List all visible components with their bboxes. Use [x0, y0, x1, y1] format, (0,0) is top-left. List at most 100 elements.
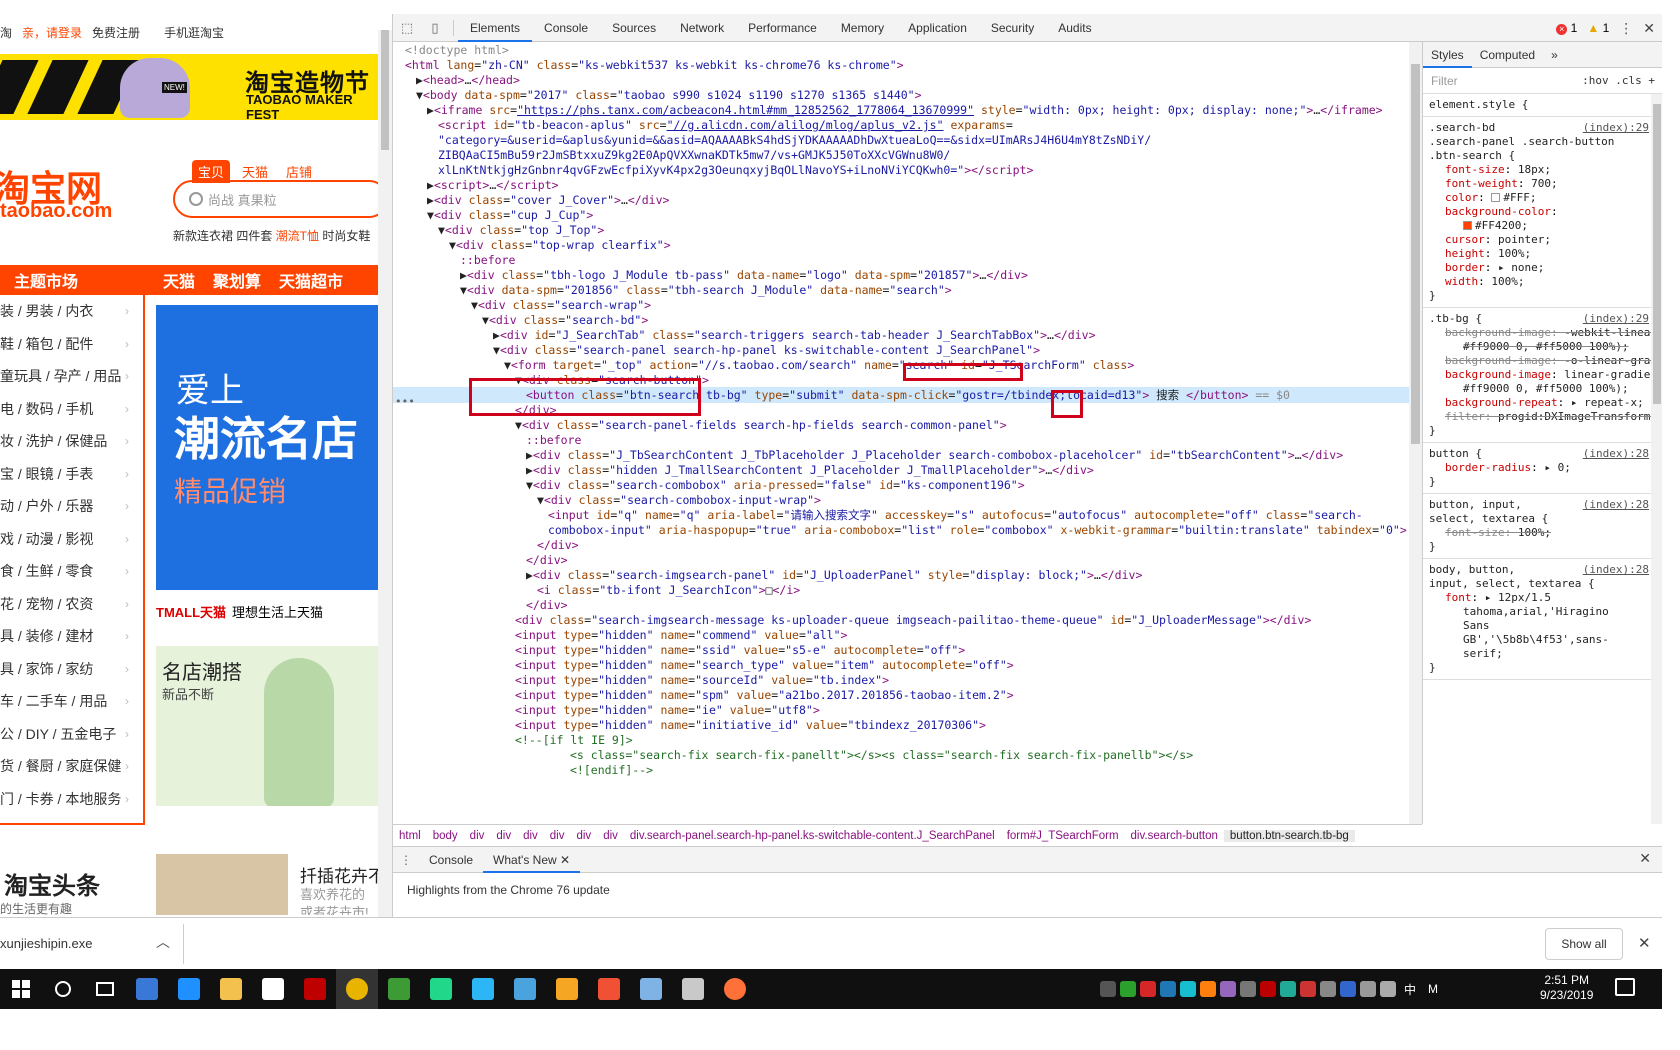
css-rule[interactable]: button, input, select, textarea {(index)…: [1423, 494, 1663, 559]
css-property[interactable]: border-radius: ▸ 0;: [1429, 461, 1657, 475]
css-property[interactable]: tahoma,arial,'Hiragino: [1429, 605, 1657, 619]
dom-node-line[interactable]: xlLnKtNtkjgHzGnbnr4qvGFzwEcfpiXyvK4px2g3…: [393, 162, 1422, 178]
people-icon[interactable]: [1100, 981, 1116, 997]
category-item[interactable]: 装 / 男装 / 内衣 ›: [0, 295, 143, 328]
dom-node-line[interactable]: ▶<div class="hidden J_TmallSearchContent…: [393, 462, 1422, 478]
login-link[interactable]: 亲，请登录: [22, 24, 82, 41]
css-property[interactable]: background-image: -o-linear-gradient(lef…: [1429, 354, 1663, 368]
breadcrumb-item[interactable]: div.search-button: [1125, 830, 1224, 842]
nav-tmall[interactable]: 天猫: [163, 268, 195, 292]
dom-node-line[interactable]: ▶<iframe src="https://phs.tanx.com/acbea…: [393, 102, 1422, 118]
css-rule[interactable]: .tb-bg {(index):29 background-image: -web…: [1423, 308, 1663, 443]
dom-node-line[interactable]: ▶<div class="search-imgsearch-panel" id=…: [393, 567, 1422, 583]
category-item[interactable]: 妆 / 洗护 / 保健品 ›: [0, 425, 143, 458]
article-thumbnail[interactable]: [156, 854, 288, 915]
css-property[interactable]: width: 100%;: [1429, 275, 1657, 289]
maker-fest-banner[interactable]: NEW! 淘宝造物节 TAOBAO MAKER FEST: [0, 54, 378, 120]
css-selector[interactable]: element.style {: [1429, 98, 1657, 112]
dom-node-line[interactable]: <s class="search-fix search-fix-panellt"…: [393, 747, 1422, 763]
scrollbar-thumb[interactable]: [381, 30, 389, 150]
css-property[interactable]: font-weight: 700;: [1429, 177, 1657, 191]
dom-node-line[interactable]: ▼<div class="top J_Top">: [393, 222, 1422, 238]
tray-app-icon[interactable]: [1160, 981, 1176, 997]
tab-audits[interactable]: Audits: [1046, 14, 1103, 42]
css-source-link[interactable]: (index):29: [1583, 312, 1649, 325]
breadcrumb-item[interactable]: html: [393, 830, 427, 842]
home-link[interactable]: 淘: [0, 24, 12, 41]
elements-scrollbar[interactable]: [1409, 42, 1422, 824]
tray-app-icon[interactable]: [1300, 981, 1316, 997]
input-language[interactable]: 中: [1404, 981, 1416, 998]
app-icon[interactable]: [504, 969, 546, 1009]
nav-tmall-supermarket[interactable]: 天猫超市: [279, 268, 343, 292]
category-item[interactable]: 童玩具 / 孕产 / 用品 ›: [0, 360, 143, 393]
category-item[interactable]: 具 / 装修 / 建材 ›: [0, 620, 143, 653]
dom-node-line[interactable]: </div>: [393, 537, 1422, 553]
breadcrumb-item[interactable]: form#J_TSearchForm: [1001, 830, 1125, 842]
tab-performance[interactable]: Performance: [736, 14, 829, 42]
breadcrumb-item[interactable]: div.search-panel.search-hp-panel.ks-swit…: [624, 830, 1001, 842]
dom-node-line[interactable]: ▼<div class="top-wrap clearfix">: [393, 237, 1422, 253]
tab-security[interactable]: Security: [979, 14, 1046, 42]
warning-count[interactable]: ▲ 1: [1587, 21, 1609, 35]
tray-app-icon[interactable]: [1320, 981, 1336, 997]
tab-console[interactable]: Console: [532, 14, 600, 42]
category-item[interactable]: 电 / 数码 / 手机 ›: [0, 393, 143, 426]
dom-node-line[interactable]: combobox-input" aria-haspopup="true" ari…: [393, 522, 1422, 538]
tab-styles[interactable]: Styles: [1423, 42, 1472, 68]
category-item[interactable]: 宝 / 眼镜 / 手表 ›: [0, 458, 143, 491]
css-source-link[interactable]: (index):28: [1583, 447, 1649, 460]
tab-network[interactable]: Network: [668, 14, 736, 42]
tab-computed[interactable]: Computed: [1472, 42, 1543, 68]
dom-node-line[interactable]: ▼<div class="search-panel search-hp-pane…: [393, 342, 1422, 358]
css-property[interactable]: background-color:: [1429, 205, 1657, 219]
category-item[interactable]: 戏 / 动漫 / 影视 ›: [0, 523, 143, 556]
dom-node-line[interactable]: </div>: [393, 597, 1422, 613]
css-rule[interactable]: button {(index):28 border-radius: ▸ 0;}: [1423, 443, 1663, 494]
edge-icon[interactable]: [168, 969, 210, 1009]
close-downloads-icon[interactable]: ✕: [1638, 934, 1651, 952]
hot-word[interactable]: 时尚女鞋: [319, 229, 370, 243]
nav-theme-market[interactable]: 主题市场: [0, 268, 145, 292]
dom-node-line[interactable]: <input type="hidden" name="initiative_id…: [393, 717, 1422, 733]
scrollbar-thumb[interactable]: [1653, 104, 1661, 404]
css-rule[interactable]: body, button, input, select, textarea {(…: [1423, 559, 1663, 680]
dom-node-line[interactable]: <![endif]-->: [393, 762, 1422, 778]
page-scrollbar[interactable]: [378, 30, 392, 917]
dom-node-line[interactable]: <input type="hidden" name="search_type" …: [393, 657, 1422, 673]
drawer-tab-whats-new[interactable]: What's New ✕: [483, 847, 581, 873]
dom-node-line[interactable]: ▼<div class="search-wrap">: [393, 297, 1422, 313]
css-property[interactable]: font-size: 100%;: [1429, 526, 1657, 540]
tab-application[interactable]: Application: [896, 14, 979, 42]
notification-icon[interactable]: [1615, 978, 1635, 996]
dom-node-line[interactable]: <script id="tb-beacon-aplus" src="//g.al…: [393, 117, 1422, 133]
chevron-up-icon[interactable]: ︿: [156, 932, 170, 952]
category-item[interactable]: 具 / 家饰 / 家纺 ›: [0, 653, 143, 686]
css-property[interactable]: #FF4200;: [1429, 219, 1657, 233]
dom-node-line[interactable]: ▶<script>…</script>: [393, 177, 1422, 193]
tray-app-icon[interactable]: [1140, 981, 1156, 997]
network-icon[interactable]: [1360, 981, 1376, 997]
network-app-icon[interactable]: [126, 969, 168, 1009]
ime-mode[interactable]: M: [1428, 982, 1438, 996]
category-item[interactable]: 花 / 宠物 / 农资 ›: [0, 588, 143, 621]
dom-node-line[interactable]: <input type="hidden" name="ie" value="ut…: [393, 702, 1422, 718]
dom-node-line[interactable]: "category=&userid=&aplus&yunid=&&asid=AQ…: [393, 132, 1422, 148]
css-rule[interactable]: element.style {: [1423, 94, 1663, 117]
more-menu-icon[interactable]: ⋮: [1619, 20, 1633, 37]
dom-node-line[interactable]: ▼<div class="search-combobox" aria-press…: [393, 477, 1422, 493]
css-property[interactable]: height: 100%;: [1429, 247, 1657, 261]
mobile-taobao-link[interactable]: 手机逛淘宝: [164, 24, 224, 41]
dom-node-line[interactable]: ZIBQAaCI5mBu59r2JmSBtxxuZ9kg2E0ApQVXXwna…: [393, 147, 1422, 163]
close-drawer-icon[interactable]: ✕: [1639, 850, 1651, 867]
notepad-icon[interactable]: [378, 969, 420, 1009]
css-source-link[interactable]: (index):28: [1583, 563, 1649, 576]
dom-node-line[interactable]: <!--[if lt IE 9]>: [393, 732, 1422, 748]
dom-node-line[interactable]: <html lang="zh-CN" class="ks-webkit537 k…: [393, 57, 1422, 73]
css-property[interactable]: border: ▸ none;: [1429, 261, 1657, 275]
dom-ellipsis-icon[interactable]: •••: [395, 395, 415, 408]
calendar-app-icon[interactable]: [546, 969, 588, 1009]
dom-node-line[interactable]: ::before: [393, 252, 1422, 268]
tmall-strip[interactable]: TMALL天猫 理想生活上天猫: [156, 598, 378, 624]
dom-node-line[interactable]: <input type="hidden" name="ssid" value="…: [393, 642, 1422, 658]
